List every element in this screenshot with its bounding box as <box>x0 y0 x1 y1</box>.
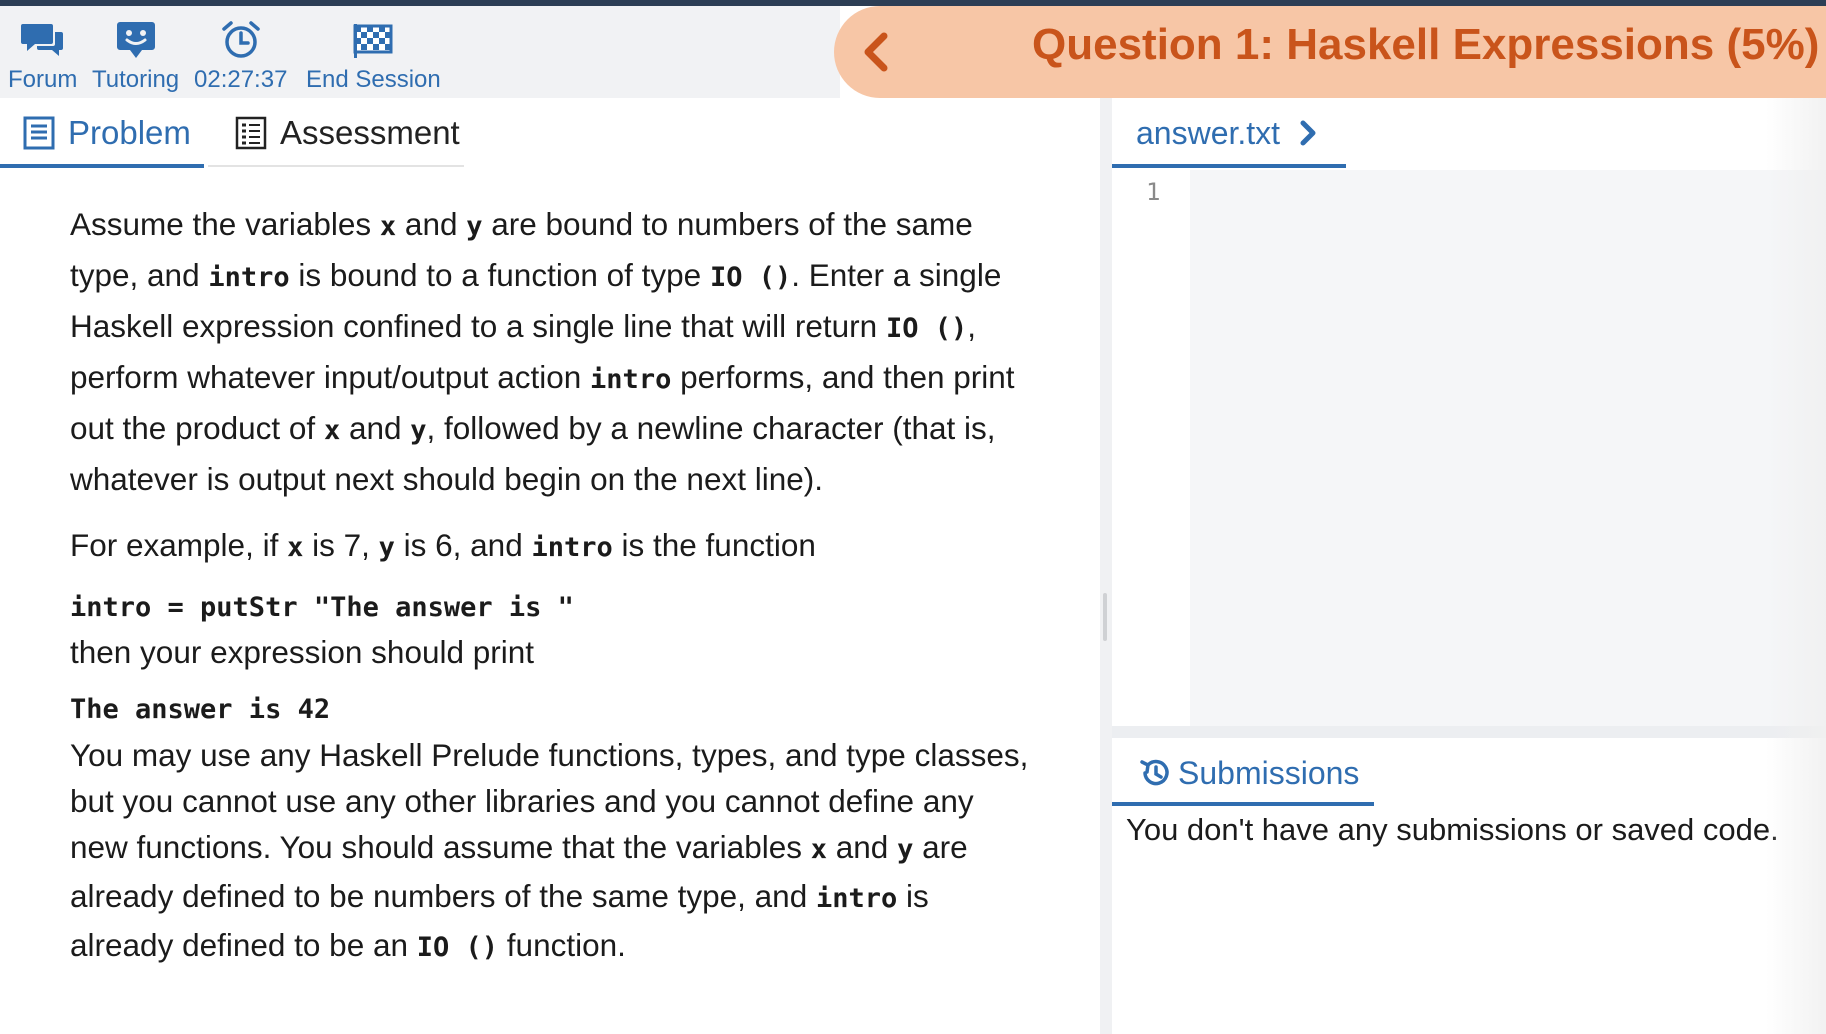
problem-text: then your expression should print <box>70 634 535 670</box>
document-icon <box>23 116 55 150</box>
inline-code: intro <box>815 883 898 914</box>
file-tab-answer[interactable]: answer.txt <box>1112 98 1346 168</box>
problem-text: For example, if <box>70 527 288 563</box>
problem-statement: Assume the variables x and y are bound t… <box>70 200 1030 989</box>
inline-code: IO () <box>416 932 499 963</box>
tutoring-button[interactable]: Tutoring <box>92 20 179 94</box>
tutoring-label: Tutoring <box>92 66 180 93</box>
question-banner: Question 1: Haskell Expressions (5%) <box>834 6 1826 98</box>
session-timer: 02:27:37 <box>194 20 287 94</box>
editor-submissions-divider[interactable] <box>1112 726 1826 738</box>
tab-assessment-label: Assessment <box>280 114 460 151</box>
active-tab-indicator <box>0 164 204 168</box>
inline-code: IO () <box>885 313 968 344</box>
chevron-left-icon[interactable] <box>856 30 896 74</box>
problem-text: is 6, and <box>394 527 532 563</box>
inline-code: y <box>897 834 914 865</box>
submissions-tab-indicator <box>1112 802 1374 806</box>
forum-label: Forum <box>8 66 78 93</box>
problem-paragraph: Assume the variables x and y are bound t… <box>70 200 1030 503</box>
history-icon <box>1140 759 1169 786</box>
tab-divider <box>208 165 464 167</box>
tab-problem-label: Problem <box>68 114 191 151</box>
question-title: Question 1: Haskell Expressions (5%) <box>1032 20 1820 69</box>
submissions-label: Submissions <box>1178 754 1360 791</box>
problem-text: Assume the variables <box>70 206 380 242</box>
inline-code: y <box>466 211 483 242</box>
tutor-chat-icon <box>116 22 155 58</box>
forum-button[interactable]: Forum <box>8 20 77 94</box>
pane-splitter[interactable] <box>1100 98 1112 1034</box>
problem-text: is 7, <box>303 527 379 563</box>
inline-code: x <box>287 532 304 563</box>
problem-text: and <box>827 829 898 865</box>
speech-bubbles-icon <box>20 24 63 56</box>
file-name: answer.txt <box>1136 114 1281 151</box>
line-number: 1 <box>1146 178 1161 206</box>
submissions-empty-message: You don't have any submissions or saved … <box>1126 812 1779 847</box>
timer-value: 02:27:37 <box>194 66 288 93</box>
inline-code: x <box>323 415 341 446</box>
inline-code: y <box>410 415 427 446</box>
problem-text: and <box>396 206 467 242</box>
inline-code: y <box>378 532 395 563</box>
end-session-button[interactable]: End Session <box>306 20 441 94</box>
checklist-icon <box>235 116 267 150</box>
checkered-flag-icon <box>353 24 393 58</box>
inline-code: IO () <box>709 262 792 293</box>
alarm-clock-icon <box>221 21 260 58</box>
splitter-grip[interactable] <box>1103 593 1107 641</box>
example-paragraph: For example, if x is 7, y is 6, and intr… <box>70 521 1030 572</box>
inline-code: intro <box>208 262 290 293</box>
inline-code: x <box>810 834 827 865</box>
session-toolbar: Forum Tutoring 02:27:37 End Session <box>0 6 840 98</box>
problem-text: is bound to a function of type <box>289 257 710 293</box>
file-tab-indicator <box>1112 164 1346 168</box>
constraints-paragraph: You may use any Haskell Prelude function… <box>70 732 1030 971</box>
tab-submissions[interactable]: Submissions <box>1112 740 1374 806</box>
line-gutter <box>1112 170 1190 726</box>
inline-code: intro <box>531 532 613 563</box>
inline-code: x <box>379 211 397 242</box>
problem-text: function. <box>498 927 626 963</box>
expected-output: The answer is 42 <box>70 694 331 725</box>
problem-text: and <box>340 410 411 446</box>
tab-problem[interactable]: Problem <box>22 98 191 168</box>
chevron-right-icon[interactable] <box>1298 120 1318 146</box>
example-code: intro = putStr "The answer is " <box>70 592 574 623</box>
end-session-label: End Session <box>306 66 441 93</box>
inline-code: intro <box>590 364 672 395</box>
problem-tabs: Problem Assessment <box>0 98 1100 168</box>
problem-text: is the function <box>612 527 816 563</box>
answer-input[interactable] <box>1190 170 1826 726</box>
tab-assessment[interactable]: Assessment <box>234 98 460 168</box>
